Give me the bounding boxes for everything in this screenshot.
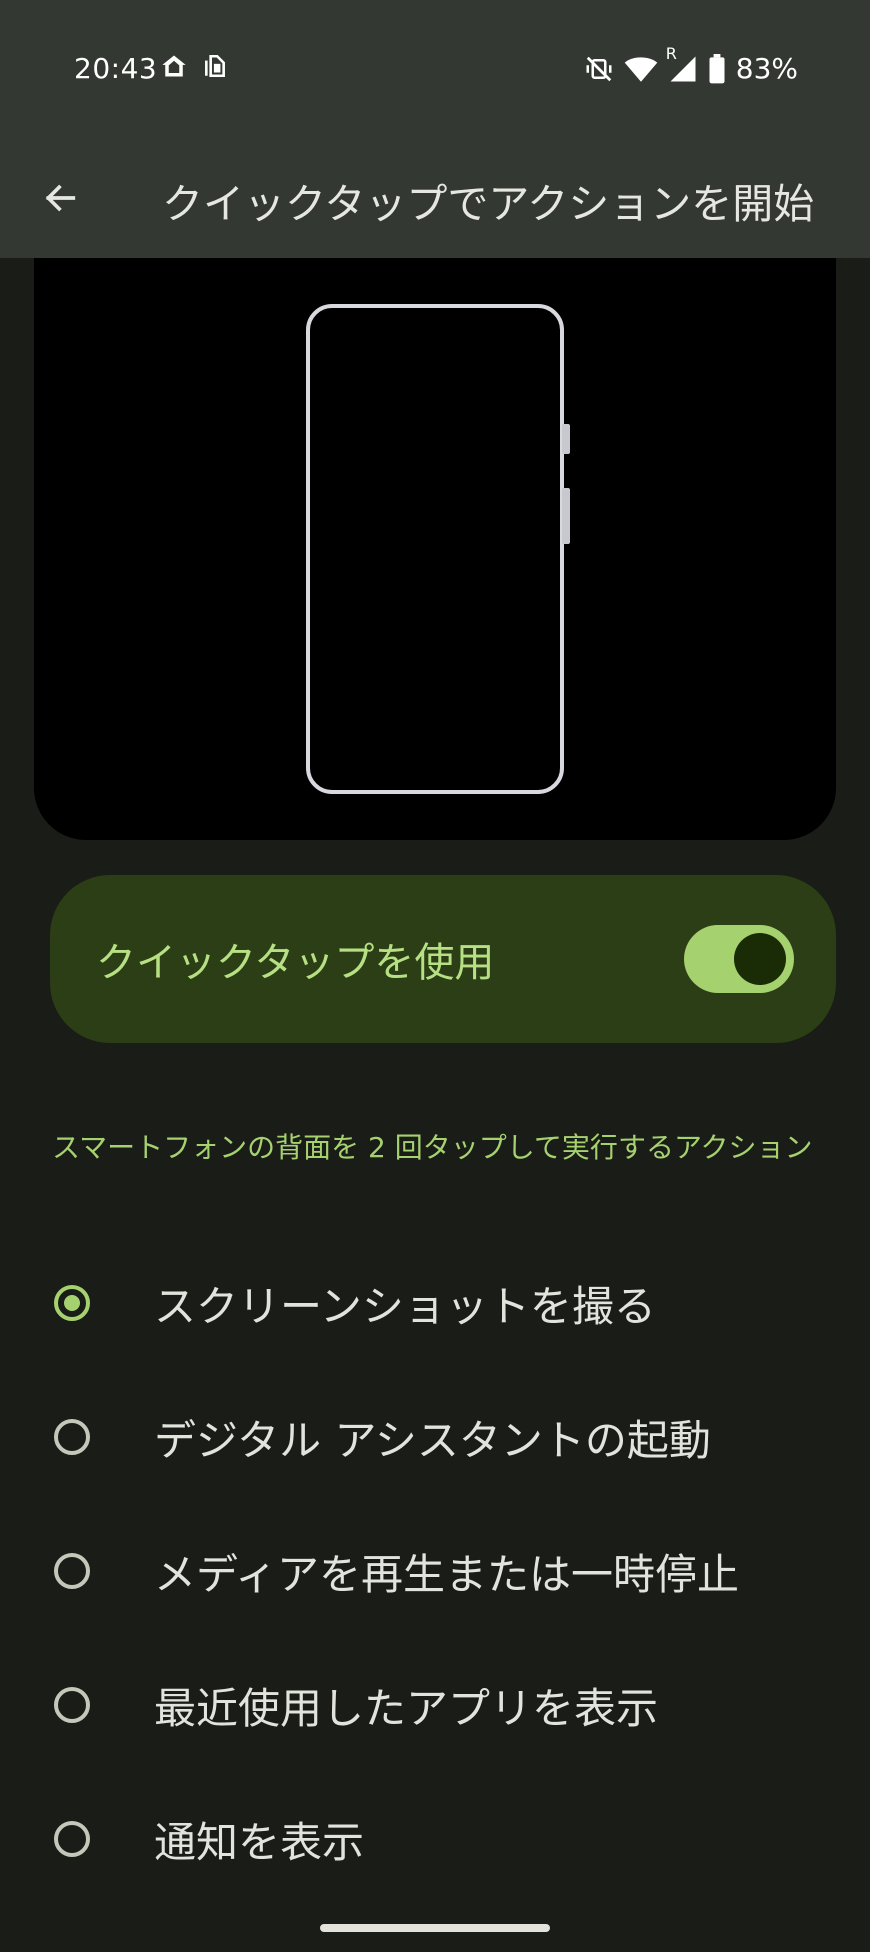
- radio-button[interactable]: [54, 1821, 90, 1857]
- home-icon: [160, 52, 188, 80]
- quick-tap-toggle-label: クイックタップを使用: [96, 940, 495, 986]
- battery-percent: 83%: [735, 52, 798, 85]
- radio-button[interactable]: [54, 1419, 90, 1455]
- option-digital-assistant[interactable]: デジタル アシスタントの起動: [0, 1370, 870, 1504]
- status-time: 20:43: [74, 52, 158, 85]
- page-title: クイックタップでアクションを開始: [162, 180, 815, 228]
- signal-roaming-icon: R: [666, 44, 698, 84]
- back-button[interactable]: [30, 168, 90, 228]
- option-label: スクリーンショットを撮る: [154, 1281, 656, 1331]
- option-label: 最近使用したアプリを表示: [154, 1683, 659, 1733]
- quick-tap-switch[interactable]: [684, 925, 794, 993]
- option-recent-apps[interactable]: 最近使用したアプリを表示: [0, 1638, 870, 1772]
- option-label: 通知を表示: [154, 1817, 365, 1867]
- option-label: メディアを再生または一時停止: [154, 1549, 740, 1599]
- status-right-icons: R 83%: [584, 44, 798, 85]
- section-header: スマートフォンの背面を 2 回タップして実行するアクション: [52, 1131, 813, 1164]
- switch-knob: [734, 933, 786, 985]
- arrow-back-icon: [40, 178, 80, 218]
- roaming-label: R: [665, 43, 677, 63]
- option-play-pause-media[interactable]: メディアを再生または一時停止: [0, 1504, 870, 1638]
- wifi-icon: [624, 54, 658, 84]
- app-notification-icon: [202, 52, 228, 80]
- radio-button[interactable]: [54, 1553, 90, 1589]
- battery-icon: [708, 53, 726, 84]
- option-label: デジタル アシスタントの起動: [154, 1415, 711, 1465]
- action-options-list: スクリーンショットを撮る デジタル アシスタントの起動 メディアを再生または一時…: [0, 1236, 870, 1906]
- top-app-bar: 20:43 R 83% クイックタップでアクションを開始: [0, 0, 870, 258]
- phone-illustration: [300, 300, 580, 804]
- radio-button[interactable]: [54, 1687, 90, 1723]
- option-screenshot[interactable]: スクリーンショットを撮る: [0, 1236, 870, 1370]
- gesture-nav-handle[interactable]: [320, 1924, 550, 1932]
- option-show-notifications[interactable]: 通知を表示: [0, 1772, 870, 1906]
- status-left-icons: [160, 52, 228, 80]
- quick-tap-toggle-card[interactable]: クイックタップを使用: [50, 875, 836, 1043]
- radio-button-checked[interactable]: [54, 1285, 90, 1321]
- vibrate-off-icon: [584, 54, 614, 84]
